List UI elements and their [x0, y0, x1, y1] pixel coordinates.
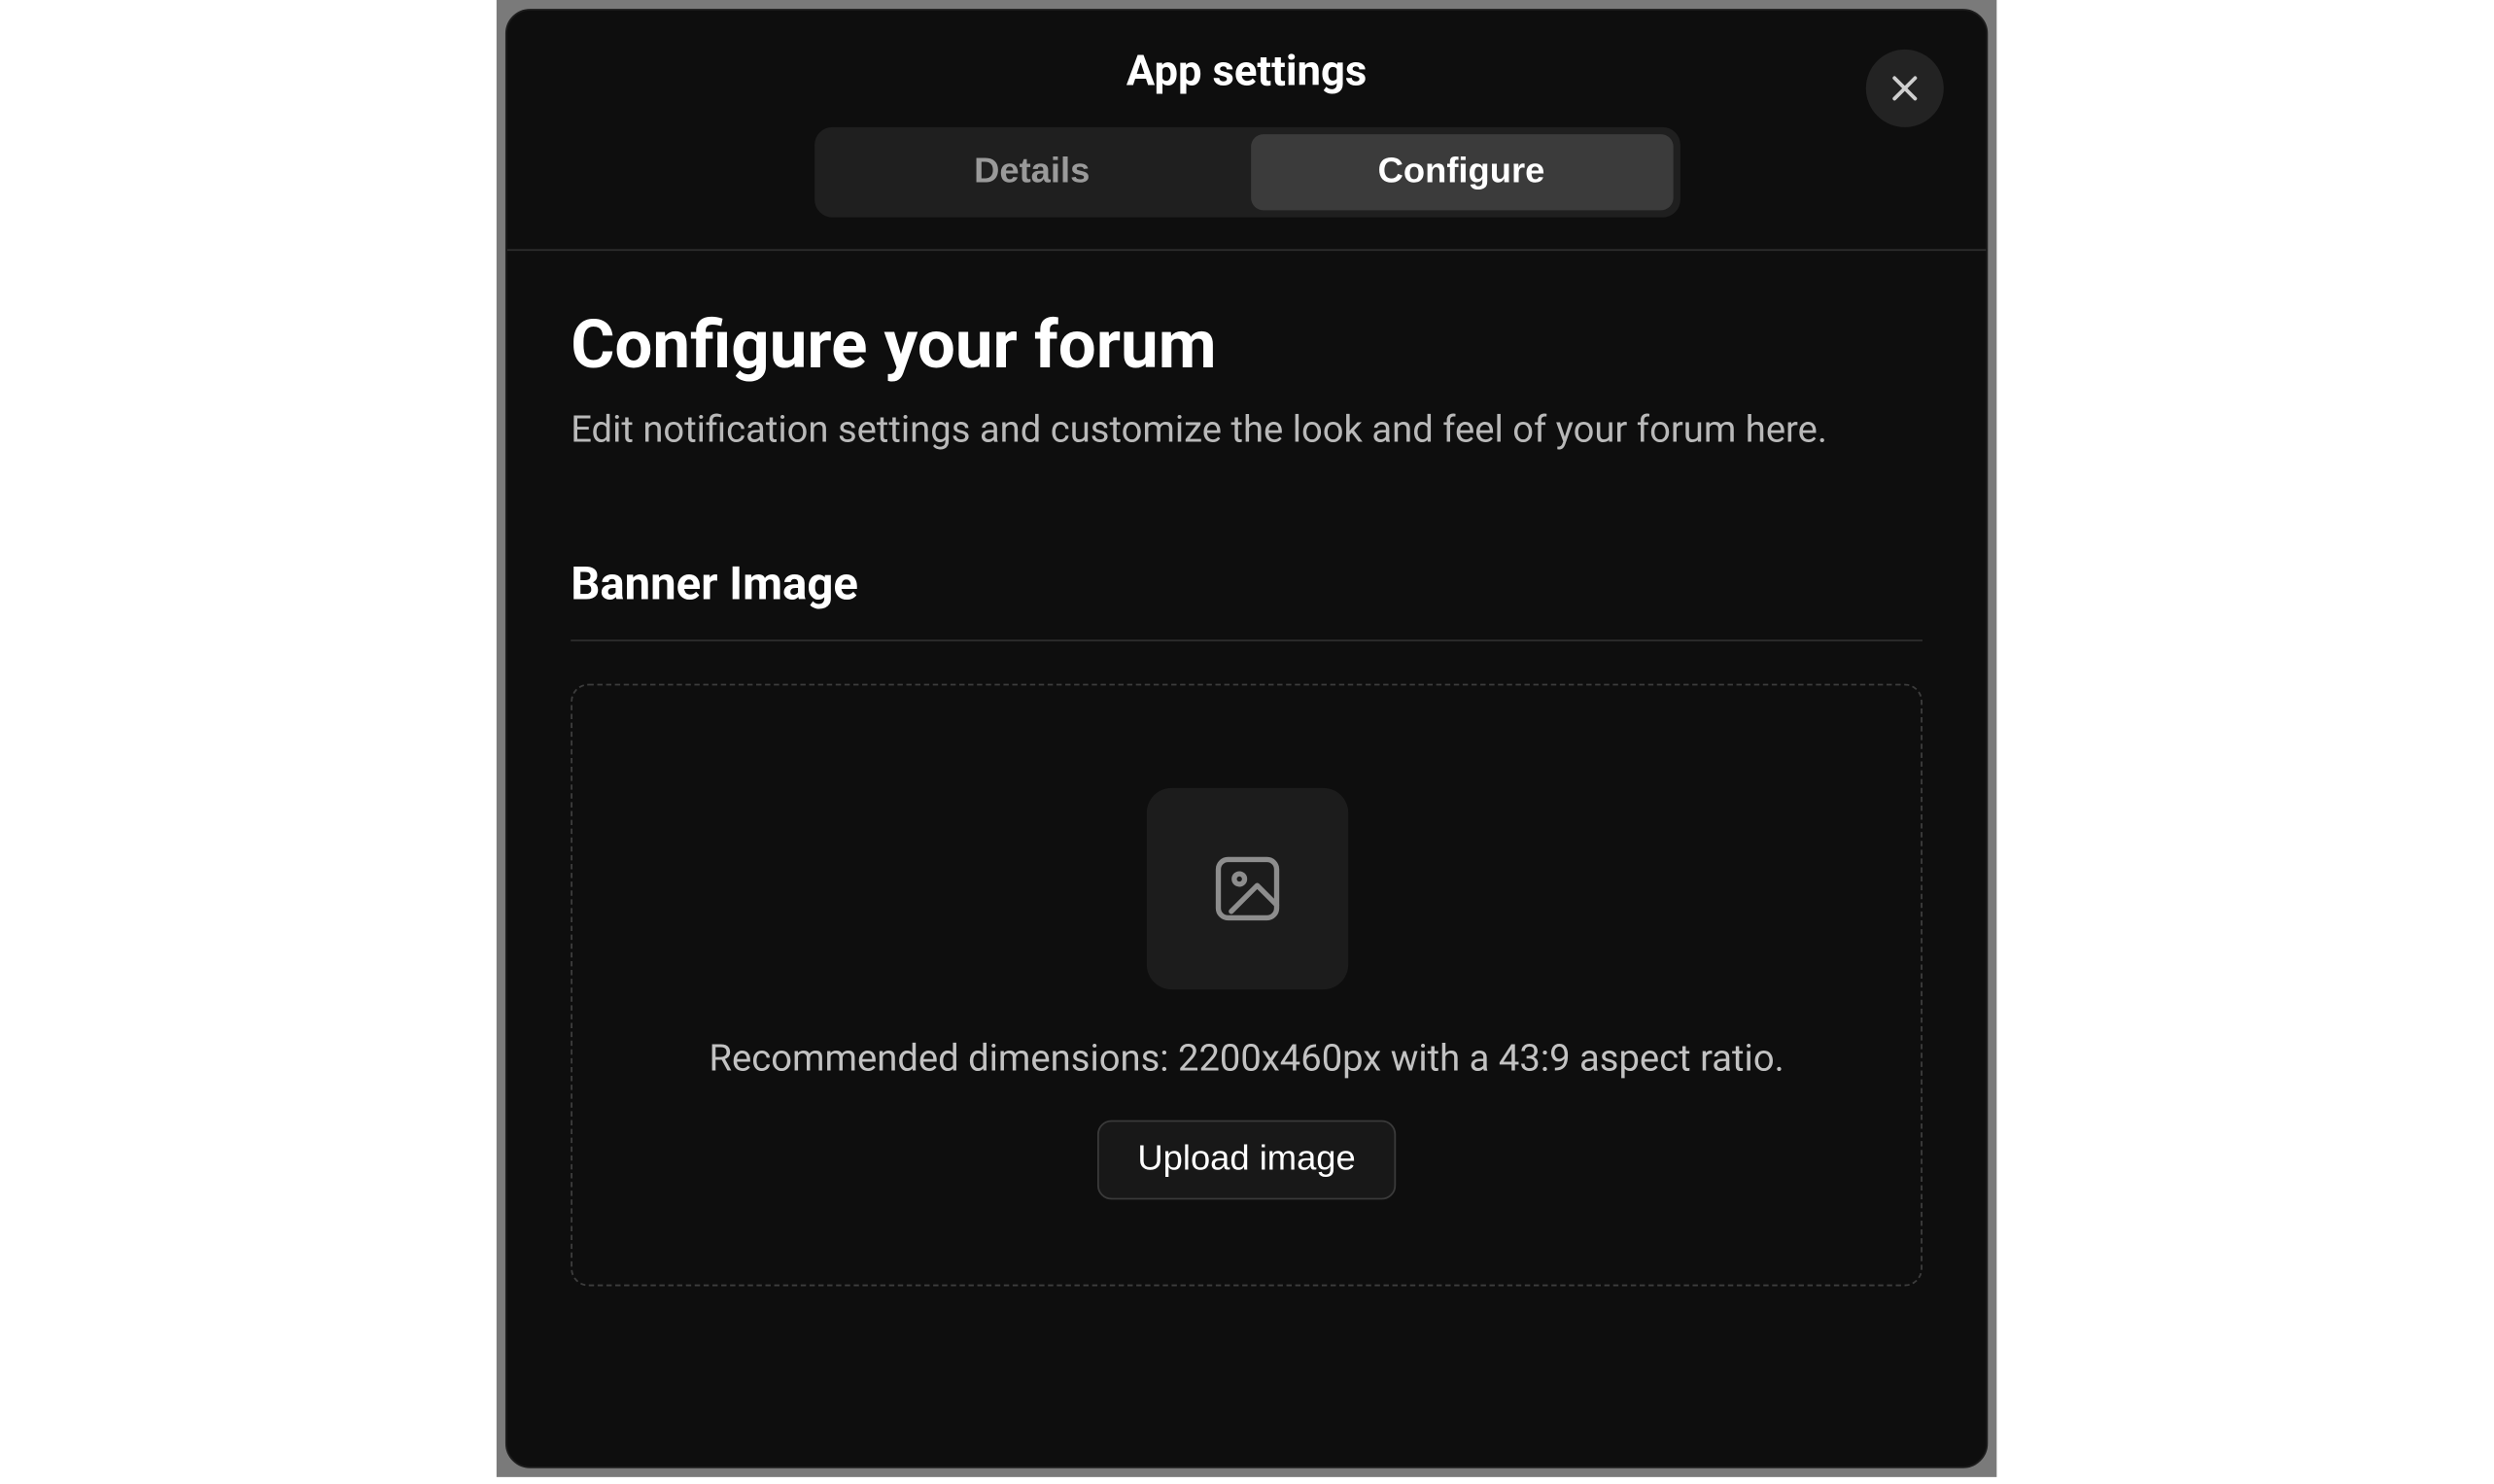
- tab-details[interactable]: Details: [820, 134, 1243, 210]
- close-button[interactable]: [1866, 50, 1944, 127]
- app-settings-modal: App settings Details Configure Configure…: [505, 9, 1988, 1468]
- close-icon: [1888, 71, 1922, 106]
- modal-body[interactable]: Configure your forum Edit notification s…: [507, 251, 1987, 1441]
- modal-header: App settings Details Configure: [507, 11, 1987, 251]
- banner-image-dropzone[interactable]: Recommended dimensions: 2200x460px with …: [571, 684, 1922, 1287]
- tab-configure[interactable]: Configure: [1250, 134, 1673, 210]
- image-placeholder: [1146, 788, 1347, 989]
- configure-subheading: Edit notification settings and customize…: [571, 410, 1922, 453]
- upload-image-button[interactable]: Upload image: [1097, 1121, 1397, 1200]
- modal-title: App settings: [549, 46, 1943, 95]
- banner-image-section-heading: Banner Image: [571, 558, 1922, 640]
- settings-tabs: Details Configure: [814, 127, 1680, 218]
- picture-icon: [1208, 849, 1286, 927]
- banner-dimensions-hint: Recommended dimensions: 2200x460px with …: [710, 1039, 1784, 1082]
- configure-heading: Configure your forum: [571, 307, 1922, 385]
- modal-backdrop: App settings Details Configure Configure…: [497, 0, 1996, 1477]
